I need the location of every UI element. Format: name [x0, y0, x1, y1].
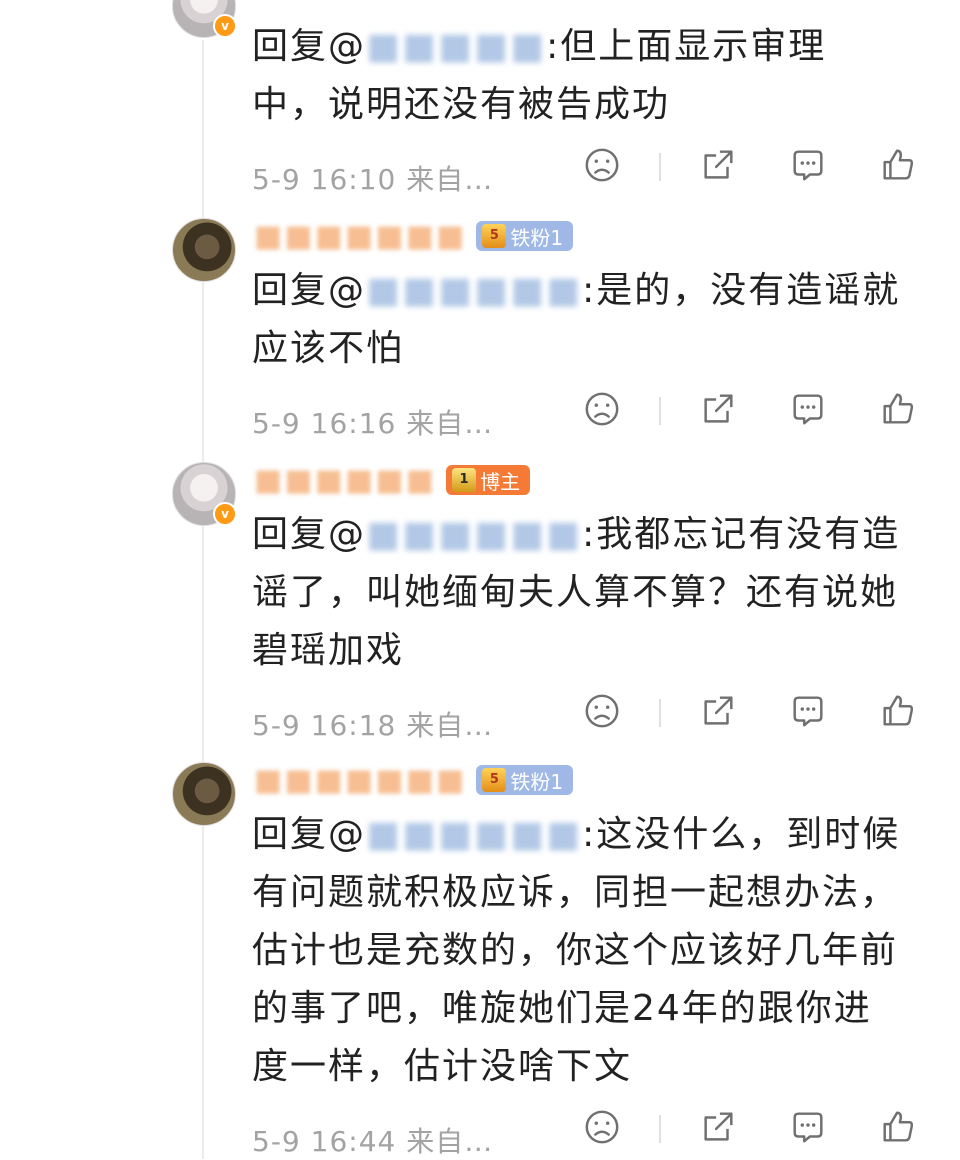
timestamp: 5-9 16:44 [252, 1125, 397, 1158]
comment-meta: 5-9 16:44 来自… [252, 1120, 493, 1160]
sad-face-icon [585, 694, 619, 728]
comment-text: 回复@■■■■■■:我都忘记有没有造谣了，叫她缅甸夫人算不算？还有说她碧瑶加戏 [252, 506, 902, 680]
comment-button[interactable] [788, 1107, 828, 1147]
mention-link[interactable]: ■■■■■ [366, 26, 546, 67]
comment-icon [793, 150, 823, 181]
comment-text: 回复@■■■■■:但上面显示审理中，说明还没有被告成功 [252, 18, 902, 134]
owner-badge-label: 博主 [480, 469, 521, 494]
reply-prefix: 回复@ [252, 514, 367, 555]
action-divider [659, 1115, 661, 1143]
thumbs-up-icon [883, 695, 914, 726]
comment-icon [793, 394, 823, 425]
sad-face-icon [585, 148, 619, 182]
comment-text: 回复@■■■■■■:是的，没有造谣就应该不怕 [252, 262, 902, 378]
thumbs-up-icon [883, 1111, 914, 1142]
share-icon [704, 394, 733, 423]
dislike-button[interactable] [582, 145, 622, 185]
owner-badge[interactable]: 1 博主 [446, 465, 531, 495]
action-bar [582, 145, 922, 189]
reply-prefix: 回复@ [252, 26, 367, 67]
fan-badge-label: 铁粉1 [510, 225, 564, 250]
share-button[interactable] [698, 389, 738, 429]
share-button[interactable] [698, 145, 738, 185]
like-button[interactable] [878, 145, 918, 185]
comment-meta: 5-9 16:10 来自… [252, 158, 493, 198]
comment-button[interactable] [788, 389, 828, 429]
comment-icon [793, 696, 823, 727]
share-icon [704, 1112, 733, 1141]
fan-badge[interactable]: 5 铁粉1 [476, 221, 574, 251]
author-name[interactable]: ■■■■■■■ [254, 763, 466, 798]
comment-meta: 5-9 16:16 来自… [252, 402, 493, 442]
share-button[interactable] [698, 691, 738, 731]
comment-icon [793, 1112, 823, 1143]
author-name[interactable]: ■■■■■■ [254, 463, 436, 498]
mention-link[interactable]: ■■■■■■ [366, 814, 582, 855]
action-bar [582, 389, 922, 433]
sad-face-icon [585, 1110, 619, 1144]
action-divider [659, 699, 661, 727]
action-divider [659, 397, 661, 425]
avatar[interactable] [172, 762, 236, 826]
verified-badge-icon: v [213, 502, 237, 526]
comment-button[interactable] [788, 145, 828, 185]
action-bar [582, 691, 922, 735]
source-link[interactable]: 来自… [406, 1125, 493, 1158]
reply-prefix: 回复@ [252, 814, 367, 855]
share-button[interactable] [698, 1107, 738, 1147]
like-button[interactable] [878, 691, 918, 731]
thumbs-up-icon [883, 393, 914, 424]
verified-badge-icon: v [213, 14, 237, 38]
action-bar [582, 1107, 922, 1151]
sad-face-icon [585, 392, 619, 426]
action-divider [659, 153, 661, 181]
like-button[interactable] [878, 389, 918, 429]
timestamp: 5-9 16:10 [252, 163, 397, 196]
dislike-button[interactable] [582, 1107, 622, 1147]
crown-icon: 1 [452, 468, 477, 492]
timestamp: 5-9 16:16 [252, 407, 397, 440]
author-row: ■■■■■■■ 5 铁粉1 [254, 218, 574, 254]
thread-line [202, 40, 204, 1159]
comment-text: 回复@■■■■■■:这没什么，到时候有问题就积极应诉，同担一起想办法，估计也是充… [252, 806, 902, 1096]
mention-link[interactable]: ■■■■■■ [366, 514, 582, 555]
timestamp: 5-9 16:18 [252, 709, 397, 742]
fan-badge[interactable]: 5 铁粉1 [476, 765, 574, 795]
source-link[interactable]: 来自… [406, 163, 493, 196]
diamond-icon: 5 [482, 224, 507, 248]
source-link[interactable]: 来自… [406, 709, 493, 742]
fan-badge-label: 铁粉1 [510, 769, 564, 794]
dislike-button[interactable] [582, 389, 622, 429]
source-link[interactable]: 来自… [406, 407, 493, 440]
share-icon [704, 696, 733, 725]
thumbs-up-icon [883, 149, 914, 180]
author-row: ■■■■■■■ 5 铁粉1 [254, 762, 574, 798]
mention-link[interactable]: ■■■■■■ [366, 270, 582, 311]
diamond-icon: 5 [482, 768, 507, 792]
dislike-button[interactable] [582, 691, 622, 731]
avatar[interactable] [172, 218, 236, 282]
author-row: ■■■■■■ 1 博主 [254, 462, 531, 498]
share-icon [704, 150, 733, 179]
reply-prefix: 回复@ [252, 270, 367, 311]
comment-meta: 5-9 16:18 来自… [252, 704, 493, 744]
like-button[interactable] [878, 1107, 918, 1147]
author-name[interactable]: ■■■■■■■ [254, 219, 466, 254]
comment-button[interactable] [788, 691, 828, 731]
